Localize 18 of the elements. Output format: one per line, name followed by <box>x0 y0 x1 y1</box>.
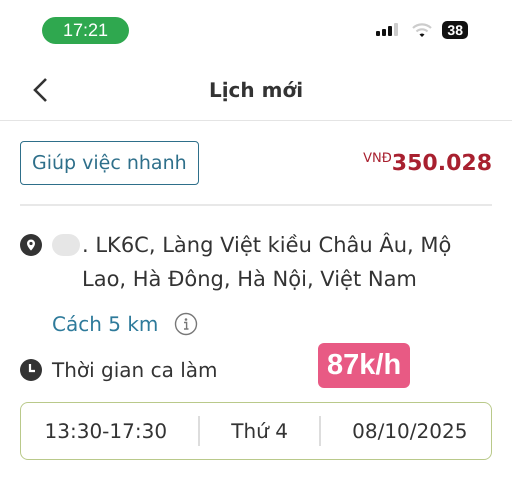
price: $^{VNĐ}$350.028 <box>363 150 492 176</box>
shift-label: Thời gian ca làm <box>52 358 218 382</box>
info-icon[interactable] <box>174 312 198 336</box>
shift-weekday: Thứ 4 <box>231 419 288 443</box>
rate-badge: 87k/h <box>318 343 410 388</box>
shift-date: 08/10/2025 <box>352 419 468 443</box>
back-icon[interactable] <box>32 77 48 103</box>
battery-level: 38 <box>442 21 468 39</box>
service-tag: Giúp việc nhanh <box>20 141 199 185</box>
page-title: Lịch mới <box>208 78 304 102</box>
address-text: . LK6C, Làng Việt kiều Châu Âu, Mộ Lao, Hà Đông, Hà Nội, Việt Nam <box>82 232 452 293</box>
status-time: 17:21 <box>42 16 130 44</box>
location-pin-icon <box>20 234 42 256</box>
shift-time: 13:30-17:30 <box>44 419 168 443</box>
wifi-icon <box>412 22 432 38</box>
clock-icon <box>20 359 42 381</box>
distance-link[interactable]: Cách 5 km <box>52 312 158 336</box>
blurred-text <box>52 234 80 256</box>
